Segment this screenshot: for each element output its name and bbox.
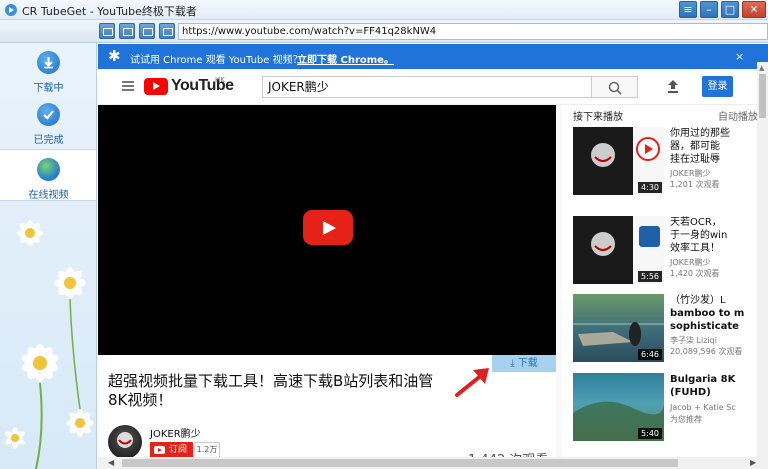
sidebar-item-label: 下载中 — [33, 83, 64, 94]
download-icon — [37, 51, 60, 74]
rec-title-line2: 器，都可能 — [670, 141, 720, 152]
flower-decoration — [5, 220, 94, 469]
scroll-right-icon[interactable]: ▶ — [750, 458, 756, 467]
star-icon: ✱ — [108, 47, 121, 65]
maximize-icon: □ — [724, 3, 736, 16]
list-item[interactable]: 5:40 Bulgaria 8K (FUHD) Jacob + Katie Sc… — [573, 373, 768, 443]
vertical-scrollbar[interactable]: ▲ — [757, 62, 768, 457]
search-button[interactable] — [592, 76, 638, 98]
list-item[interactable]: 4:30 你用过的那些 器，都可能 挂在过耻辱 JOKER鹏少 1,201 次观… — [573, 127, 768, 197]
sidebar-item-downloading[interactable]: 下载中 — [0, 43, 96, 95]
download-button[interactable]: ⤓ 下载 — [492, 355, 556, 372]
signin-button[interactable]: 登录 — [702, 76, 733, 97]
play-icon[interactable] — [303, 210, 353, 245]
menu-icon: ≡ — [683, 3, 693, 16]
scroll-up-icon[interactable]: ▲ — [759, 64, 764, 72]
rec-title: 你用过的那些 — [670, 128, 730, 139]
close-button[interactable]: ✕ — [742, 1, 766, 18]
horizontal-scrollbar[interactable]: ◀ ▶ — [98, 457, 768, 469]
sidebar-item-completed[interactable]: 已完成 — [0, 95, 96, 147]
minimize-button[interactable]: – — [700, 1, 718, 18]
rec-title: 天若OCR， — [670, 217, 722, 228]
youtube-logo-icon[interactable] — [144, 78, 168, 95]
chrome-banner: ✱ 试试用 Chrome 观看 YouTube 视频？ 立即下载 Chrome。… — [98, 44, 768, 69]
video-duration: 4:30 — [638, 182, 662, 193]
check-icon — [37, 103, 60, 126]
download-label: 下载 — [517, 358, 538, 369]
list-item[interactable]: 5:56 天若OCR， 于一身的win 效率工具！ JOKER鹏少 1,420 … — [573, 216, 768, 286]
rec-views: 1,201 次观看 — [670, 180, 720, 189]
rec-views: 1,420 次观看 — [670, 269, 720, 278]
video-title: 超强视频批量下载工具！高速下载B站列表和油管8K视频！ — [108, 372, 434, 409]
scroll-left-icon[interactable]: ◀ — [108, 458, 114, 467]
video-duration: 6:46 — [638, 349, 662, 360]
video-thumbnail[interactable]: 6:46 — [573, 294, 664, 362]
subscriber-count: 1.2万 — [194, 442, 220, 458]
refresh-icon[interactable] — [159, 23, 175, 39]
globe-icon — [37, 158, 60, 181]
sidebar: 下载中 已完成 在线视频 — [0, 43, 97, 469]
rec-views: 为您推荐 — [670, 415, 702, 424]
video-duration: 5:56 — [638, 271, 662, 282]
hamburger-menu-icon[interactable] — [122, 81, 134, 91]
browser-content: ✱ 试试用 Chrome 观看 YouTube 视频？ 立即下载 Chrome。… — [98, 44, 768, 469]
title-bar: CR TubeGet - YouTube终极下载者 ≡ – □ ✕ — [0, 0, 768, 20]
rec-title: （竹沙发）L — [670, 295, 726, 306]
rec-title-line2: 于一身的win — [670, 230, 728, 241]
up-next-list: 接下来播放 自动播放 4:30 你用过的那些 器，都可能 挂在过耻辱 JOKER… — [562, 105, 768, 469]
autoplay-label[interactable]: 自动播放 — [718, 108, 758, 123]
app-icon — [5, 4, 17, 16]
close-icon: ✕ — [749, 3, 759, 16]
video-duration: 5:40 — [638, 428, 662, 439]
minimize-icon: – — [706, 3, 712, 16]
search-icon — [608, 81, 622, 95]
rec-title-line2: bamboo to m — [670, 308, 745, 319]
download-chrome-link[interactable]: 立即下载 Chrome。 — [297, 51, 394, 66]
video-thumbnail[interactable]: 5:40 — [573, 373, 664, 441]
home-icon[interactable] — [99, 23, 115, 39]
channel-name[interactable]: JOKER鹏少 — [150, 425, 201, 440]
upload-icon[interactable] — [666, 79, 680, 94]
vertical-scroll-thumb[interactable] — [759, 74, 766, 118]
search-input[interactable]: JOKER鹏少 — [262, 76, 592, 98]
sidebar-item-label: 已完成 — [33, 135, 64, 146]
menu-button[interactable]: ≡ — [679, 1, 697, 18]
banner-message: 试试用 Chrome 观看 YouTube 视频？ — [130, 55, 303, 66]
video-thumbnail[interactable]: 5:56 — [573, 216, 664, 284]
maximize-button[interactable]: □ — [721, 1, 739, 18]
rec-title-line3: sophisticate — [670, 321, 739, 332]
rec-views: 20,089,596 次观看 — [670, 347, 743, 356]
rec-channel: 李子柒 Liziqi — [670, 336, 717, 345]
url-input[interactable]: https://www.youtube.com/watch?v=FF41q28k… — [178, 23, 768, 40]
browser-toolbar: https://www.youtube.com/watch?v=FF41q28k… — [0, 20, 768, 43]
horizontal-scroll-thumb[interactable] — [122, 459, 678, 467]
up-next-header: 接下来播放 — [573, 112, 623, 123]
window-title: CR TubeGet - YouTube终极下载者 — [22, 5, 197, 18]
list-item[interactable]: 6:46 （竹沙发）L bamboo to m sophisticate 李子柒… — [573, 294, 768, 364]
rec-channel: Jacob + Katie Sc — [670, 403, 736, 412]
forward-icon[interactable] — [139, 23, 155, 39]
channel-avatar[interactable] — [108, 425, 142, 459]
rec-title: Bulgaria 8K — [670, 374, 736, 385]
rec-title-line3: 效率工具！ — [670, 243, 720, 254]
rec-channel: JOKER鹏少 — [670, 169, 711, 178]
video-thumbnail[interactable]: 4:30 — [573, 127, 664, 195]
subscribe-button[interactable]: 订阅 — [150, 442, 193, 458]
video-player[interactable] — [98, 105, 556, 355]
banner-close-icon[interactable]: × — [735, 50, 744, 63]
rec-channel: JOKER鹏少 — [670, 258, 711, 267]
back-icon[interactable] — [119, 23, 135, 39]
red-arrow-icon — [455, 368, 489, 397]
rec-title-line2: (FUHD) — [670, 387, 711, 398]
youtube-header: YouTube HK JOKER鹏少 登录 — [98, 69, 768, 105]
region-label: HK — [215, 76, 225, 84]
rec-title-line3: 挂在过耻辱 — [670, 154, 720, 165]
download-small-icon: ⤓ — [510, 358, 518, 369]
